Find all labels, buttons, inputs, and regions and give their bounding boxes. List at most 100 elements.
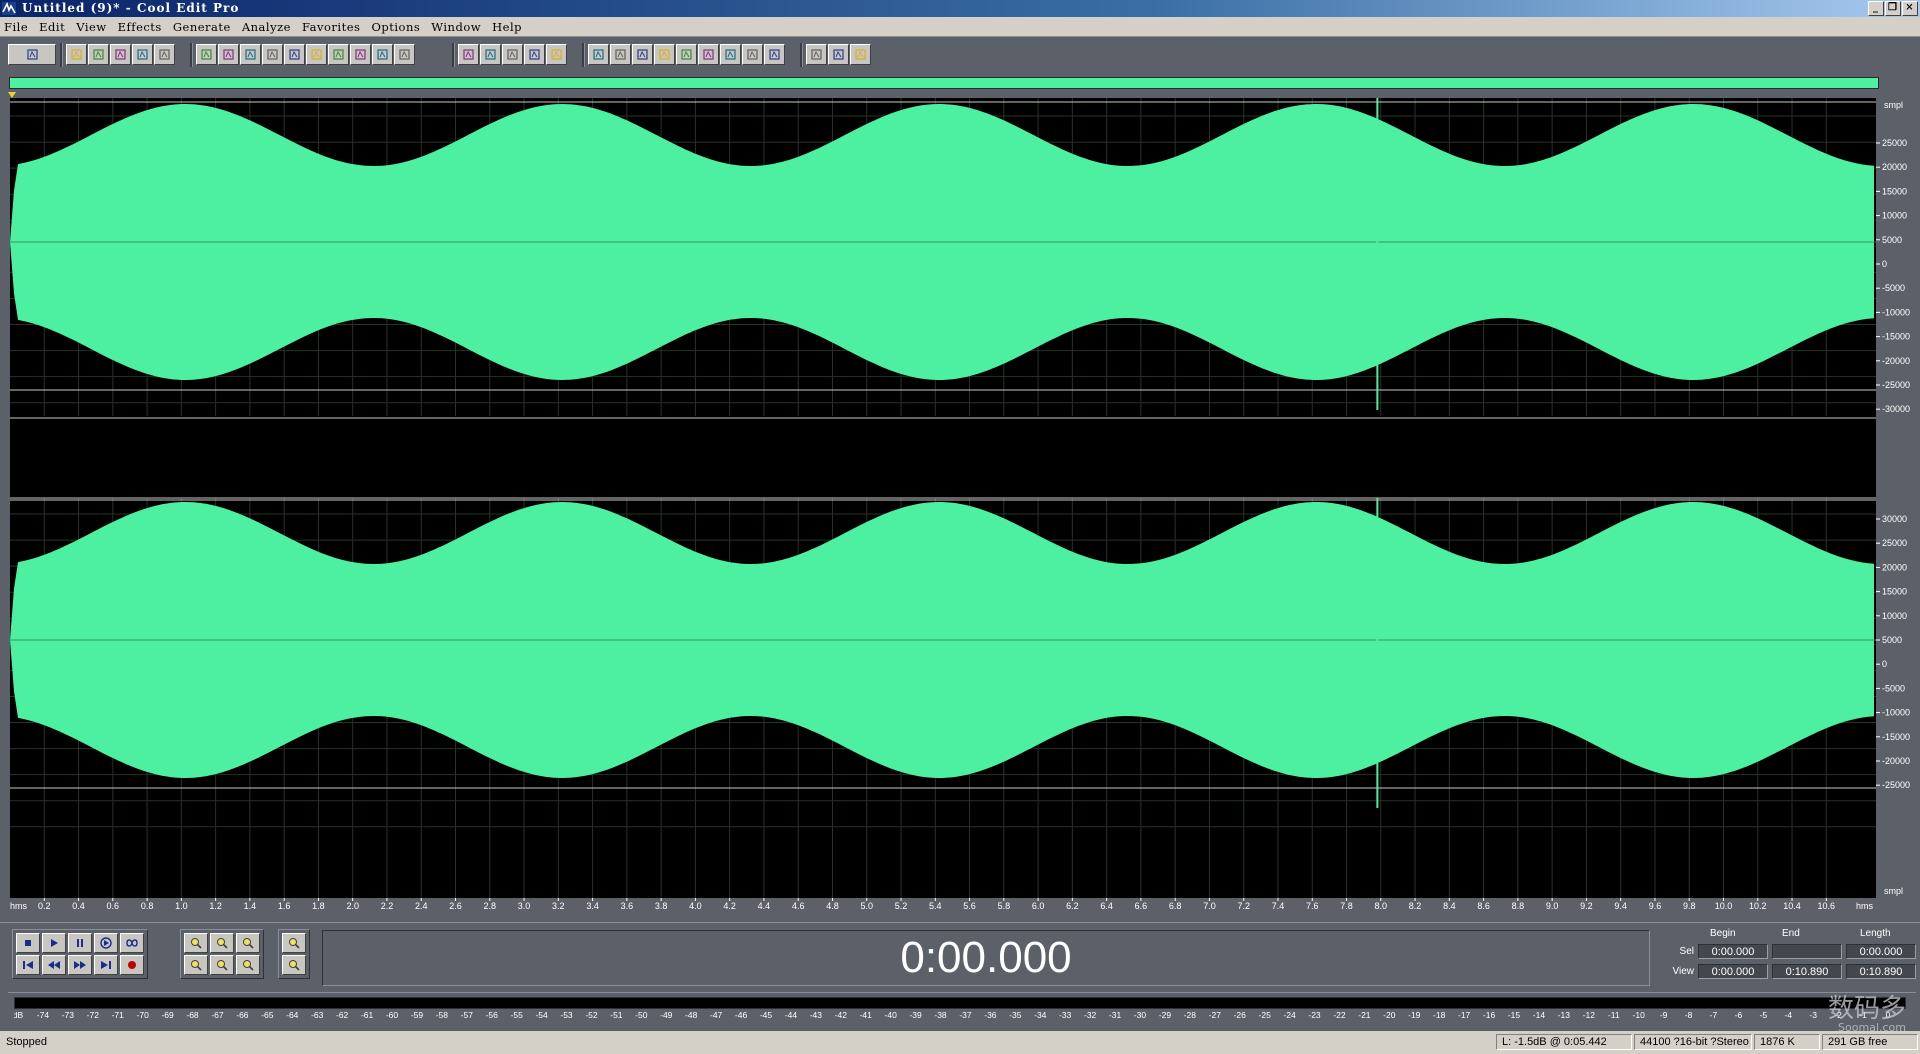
- menu-file[interactable]: File: [4, 20, 28, 34]
- time-ruler[interactable]: hms hms 0.2 0.4 0.6 0.8 1.0 1.2 1.4 1.6 1.8 2.0 2.2 2…: [10, 898, 1876, 914]
- record-button[interactable]: [120, 955, 144, 975]
- zoom-out-horizontal-button[interactable]: [210, 933, 234, 953]
- cut-button[interactable]: [284, 44, 305, 65]
- save-selection-button[interactable]: [154, 44, 175, 65]
- x-tick-label: 6.2: [1066, 901, 1079, 911]
- paste-button[interactable]: [328, 44, 349, 65]
- new-file-button[interactable]: [66, 44, 87, 65]
- x-tick-label: 9.4: [1614, 901, 1627, 911]
- snap-button[interactable]: [480, 44, 501, 65]
- paste-new-button[interactable]: [350, 44, 371, 65]
- rewind-icon: [48, 961, 60, 969]
- meter-tick-label: -11: [1608, 1010, 1620, 1020]
- minimize-button[interactable]: _: [1868, 1, 1884, 16]
- envelope-button[interactable]: [458, 44, 479, 65]
- menu-window[interactable]: Window: [431, 20, 481, 34]
- meter-tick-label: -16: [1483, 1010, 1496, 1020]
- mixer-button[interactable]: [764, 44, 785, 65]
- loop-button[interactable]: [120, 933, 144, 953]
- copy-new-button[interactable]: [262, 44, 283, 65]
- time-format-icon: [703, 49, 714, 60]
- info-button[interactable]: [632, 44, 653, 65]
- rewind-button[interactable]: [42, 955, 66, 975]
- redo-icon: [223, 49, 234, 60]
- go-to-start-button[interactable]: [16, 955, 40, 975]
- meter-tick-label: -40: [885, 1010, 898, 1020]
- x-tick-label: 7.6: [1306, 901, 1319, 911]
- sel-length-field[interactable]: 0:00.000: [1846, 944, 1916, 959]
- level-meter[interactable]: dB -74 -73 -72 -71 -70 -69 -68 -67 -66 -65 -64 -63 -6…: [8, 992, 1916, 1031]
- zoom-to-left-button[interactable]: [184, 955, 208, 975]
- go-to-end-button[interactable]: [94, 955, 118, 975]
- meter-tick-label: -68: [186, 1010, 199, 1020]
- menu-generate[interactable]: Generate: [173, 20, 231, 34]
- zoom-selection-button[interactable]: [236, 955, 260, 975]
- x-tick-label: 0.2: [38, 901, 51, 911]
- zoom-button[interactable]: [676, 44, 697, 65]
- open-file-button[interactable]: [88, 44, 109, 65]
- view-end-field[interactable]: 0:10.890: [1772, 964, 1842, 979]
- grid-icon: [551, 49, 562, 60]
- waveform-display[interactable]: [10, 98, 1876, 898]
- meter-tick-label: dB: [14, 1010, 24, 1020]
- fast-forward-button[interactable]: [68, 955, 92, 975]
- zoom-to-right-button[interactable]: [210, 955, 234, 975]
- watermark-text: 数码多: [1827, 994, 1906, 1024]
- zoom-in-vertical-button[interactable]: [282, 933, 306, 953]
- redo-button[interactable]: [218, 44, 239, 65]
- pause-button[interactable]: [68, 933, 92, 953]
- new-file-icon: [71, 49, 82, 60]
- wizard-button[interactable]: [828, 44, 849, 65]
- mix-paste-icon: [377, 49, 388, 60]
- toolbar-separator: [60, 43, 63, 67]
- menu-favorites[interactable]: Favorites: [302, 20, 360, 34]
- menu-analyze[interactable]: Analyze: [242, 20, 291, 34]
- end-header: End: [1782, 928, 1800, 939]
- bars-beats-button[interactable]: [720, 44, 741, 65]
- grid-button[interactable]: [546, 44, 567, 65]
- title-bar[interactable]: Untitled (9)* - Cool Edit Pro _ ❐ ×: [0, 0, 1920, 17]
- zoom-full-button[interactable]: [236, 933, 260, 953]
- trim-icon: [399, 49, 410, 60]
- waveform-canvas[interactable]: [10, 98, 1876, 898]
- zoom-in-horizontal-button[interactable]: [184, 933, 208, 953]
- waveform-overview-bar[interactable]: [9, 77, 1879, 89]
- menu-help[interactable]: Help: [492, 20, 522, 34]
- copy-button[interactable]: [306, 44, 327, 65]
- repeat-button[interactable]: [240, 44, 261, 65]
- save-icon: [115, 49, 126, 60]
- undo-button[interactable]: [196, 44, 217, 65]
- trim-button[interactable]: [394, 44, 415, 65]
- close-button[interactable]: ×: [1902, 1, 1918, 16]
- zoom-out-vertical-button[interactable]: [282, 955, 306, 975]
- view-length-field[interactable]: 0:10.890: [1846, 964, 1916, 979]
- menu-view[interactable]: View: [76, 20, 106, 34]
- play-list-button[interactable]: [610, 44, 631, 65]
- sel-begin-field[interactable]: 0:00.000: [1698, 944, 1768, 959]
- play-to-end-button[interactable]: [94, 933, 118, 953]
- save-button[interactable]: [110, 44, 131, 65]
- play-button[interactable]: [42, 933, 66, 953]
- menu-options[interactable]: Options: [371, 20, 420, 34]
- multitrack-toggle-button[interactable]: [8, 44, 56, 65]
- x-tick-label: 6.8: [1169, 901, 1182, 911]
- menu-edit[interactable]: Edit: [39, 20, 65, 34]
- menu-effects[interactable]: Effects: [118, 20, 162, 34]
- help-button[interactable]: [850, 44, 871, 65]
- cool-edit-app-icon[interactable]: [2, 2, 16, 15]
- toolbar-separator: [582, 43, 585, 67]
- stop-button[interactable]: [16, 933, 40, 953]
- cue-list-button[interactable]: [588, 44, 609, 65]
- time-format-button[interactable]: [698, 44, 719, 65]
- view-begin-field[interactable]: 0:00.000: [1698, 964, 1768, 979]
- frequency-analysis-button[interactable]: [742, 44, 763, 65]
- sel-end-field[interactable]: [1772, 944, 1842, 959]
- x-tick-label: 7.0: [1203, 901, 1216, 911]
- settings-button[interactable]: [806, 44, 827, 65]
- waveform-view-button[interactable]: [524, 44, 545, 65]
- restore-button[interactable]: ❐: [1885, 1, 1901, 16]
- script-button[interactable]: [654, 44, 675, 65]
- mix-paste-button[interactable]: [372, 44, 393, 65]
- spectral-view-button[interactable]: [502, 44, 523, 65]
- save-as-button[interactable]: [132, 44, 153, 65]
